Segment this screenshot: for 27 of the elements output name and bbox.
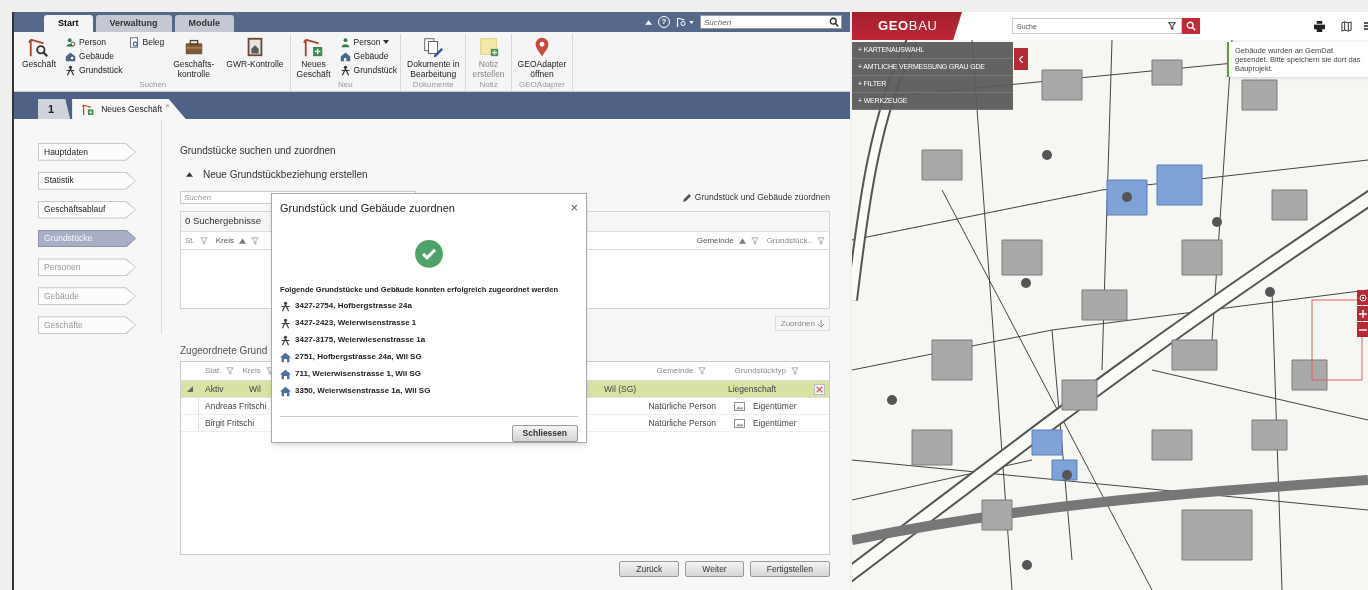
table-cell-text: Wil (SG)	[604, 382, 638, 396]
table-cell-text: Liegenschaft	[728, 382, 778, 396]
list-item: 3427-2423, Weierwisenstrasse 1	[295, 317, 417, 330]
brand-logo: GEOBAU	[852, 12, 962, 40]
list-item: 3427-3175, Weierwiesenstrasse 1a	[295, 334, 426, 347]
list-item: 3427-2754, Hofbergstrasse 24a	[295, 300, 412, 313]
table-cell: Andreas Fritschi	[205, 399, 267, 413]
section-title: Zugeordnete Grund	[180, 344, 268, 358]
list-item: 711, Weierwisenstrasse 1, Wil SG	[295, 368, 422, 381]
table-cell-text: Eigentümer	[753, 416, 798, 430]
results-count: 0 Suchergebnisse	[185, 214, 262, 229]
group-label: GEOAdapter	[518, 79, 566, 91]
group-label: Notiz	[478, 79, 499, 91]
list-item: 3350, Weierwisenstrasse 1a, Wil SG	[295, 385, 431, 398]
dialog-title: Grundstück und Gebäude zuordnen	[280, 200, 455, 216]
table-cell-text: Eigentümer	[753, 399, 798, 413]
list-item: 2751, Hofbergstrasse 24a, Wil SG	[295, 351, 422, 364]
table-cell: Natürliche Person	[648, 416, 716, 430]
group-label: Dokumente	[411, 79, 455, 91]
group-label: Suchen	[138, 79, 168, 91]
table-cell: Natürliche Person	[648, 399, 716, 413]
page-title: Grundstücke suchen und zuordnen	[180, 144, 337, 158]
table-cell: Birgit Fritschi	[205, 416, 255, 430]
group-label: Neu	[336, 79, 354, 91]
table-cell-text: Aktiv	[205, 382, 225, 396]
section-title: Neue Grundstückbeziehung erstellen	[203, 168, 368, 182]
table-cell: Wil	[249, 382, 261, 396]
